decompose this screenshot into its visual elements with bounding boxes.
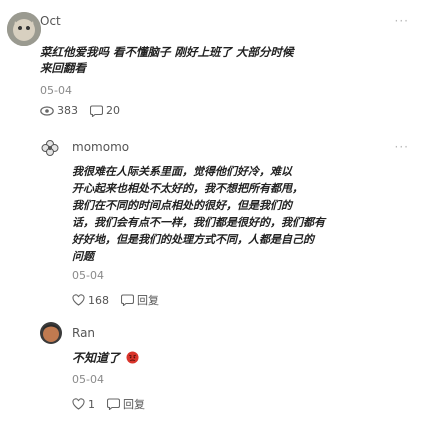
reply-text-line-5: 好好地，但是我们的处理方式不同，人都是自己的 xyxy=(72,233,314,246)
angry-face-emoji-icon xyxy=(126,351,139,364)
flower-logo-icon xyxy=(41,140,59,156)
avatar-photo-image xyxy=(40,322,62,344)
views-count: 383 xyxy=(57,104,78,117)
reply-text-content: 不知道了 xyxy=(72,351,121,365)
reply-text: 不知道了 xyxy=(72,350,139,366)
reply-stats: 1 回复 xyxy=(72,396,145,412)
reply-button[interactable]: 回复 xyxy=(107,396,145,412)
avatar-cat-image xyxy=(7,12,41,46)
like-count: 1 xyxy=(88,397,95,411)
avatar-momomo[interactable] xyxy=(40,138,60,158)
reply-label: 回复 xyxy=(137,294,159,307)
post-stats: 383 20 xyxy=(40,104,132,117)
heart-icon xyxy=(72,398,85,410)
post-text-line-2: 来回翻看 xyxy=(40,61,86,75)
username-momomo[interactable]: momomo xyxy=(72,140,129,154)
like-count: 168 xyxy=(88,293,109,307)
post-date: 05-04 xyxy=(40,84,72,97)
more-options-icon[interactable]: ··· xyxy=(395,140,409,154)
username-oct[interactable]: Oct xyxy=(40,14,61,28)
reply-text-line-1: 我很难在人际关系里面，觉得他们好冷，难以 xyxy=(72,165,292,178)
avatar-ran[interactable] xyxy=(40,322,62,344)
eye-icon xyxy=(40,105,54,116)
avatar-oct[interactable] xyxy=(7,12,41,46)
reply-text-line-6: 问题 xyxy=(72,250,94,263)
comment-icon xyxy=(107,398,120,410)
post-text: 菜红他爱我吗 看不懂脑子 刚好上班了 大部分时候 xyxy=(40,45,294,59)
reply-button[interactable]: 回复 xyxy=(121,292,159,308)
comments-stat[interactable]: 20 xyxy=(90,104,120,117)
reply-date: 05-04 xyxy=(72,269,104,282)
like-stat[interactable]: 168 xyxy=(72,294,109,307)
reply-text-line-3: 我们在不同的时间点相处的很好，但是我们的 xyxy=(72,199,292,212)
comment-icon xyxy=(90,104,103,117)
username-ran[interactable]: Ran xyxy=(72,326,95,340)
reply-text-line-4: 话，我们会有点不一样，我们都是很好的，我们都有 xyxy=(72,216,325,229)
reply-stats: 168 回复 xyxy=(72,292,159,308)
heart-icon xyxy=(72,294,85,306)
reply-label: 回复 xyxy=(123,398,145,411)
like-stat[interactable]: 1 xyxy=(72,398,95,411)
post-1: Oct ··· 菜红他爱我吗 看不懂脑子 刚好上班了 大部分时候 来回翻看 05… xyxy=(0,0,429,150)
comments-count: 20 xyxy=(106,104,120,117)
reply-text-line-2: 开心起来也相处不太好的，我不想把所有都甩， xyxy=(72,182,303,195)
reply-date: 05-04 xyxy=(72,373,104,386)
more-options-icon[interactable]: ··· xyxy=(395,14,409,28)
views-stat[interactable]: 383 xyxy=(40,104,78,117)
comment-icon xyxy=(121,294,134,306)
